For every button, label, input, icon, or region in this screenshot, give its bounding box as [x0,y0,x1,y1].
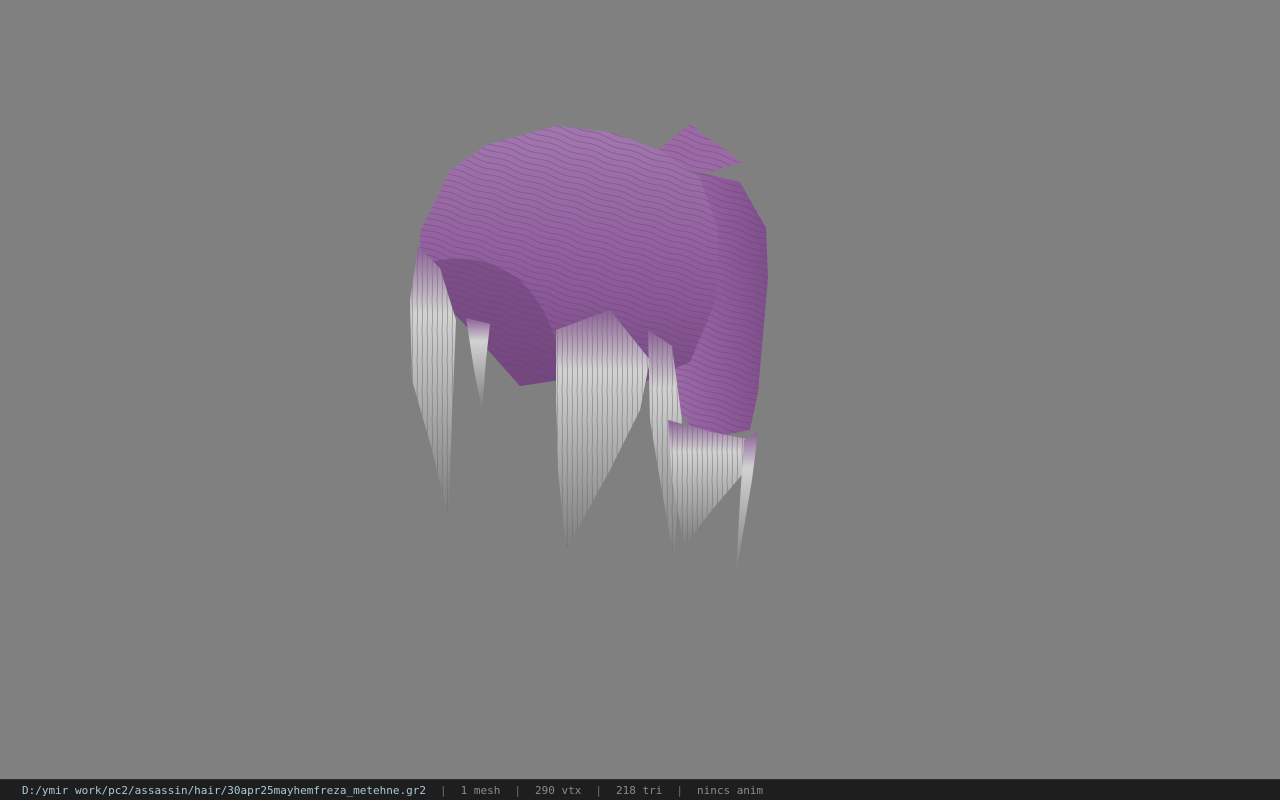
separator: | [595,783,602,797]
3d-viewport[interactable] [0,0,1280,779]
animation-status: nincs anim [696,783,764,797]
status-bar: D:/ymir work/pc2/assassin/hair/30apr25ma… [0,779,1280,800]
separator: | [514,783,521,797]
separator: | [676,783,683,797]
file-path: D:/ymir work/pc2/assassin/hair/30apr25ma… [22,783,426,797]
vertex-count: 290 vtx [534,783,582,797]
separator: | [439,783,447,797]
hair-spike-left [466,318,490,410]
mesh-count: 1 mesh [460,783,501,797]
hair-model [410,124,768,574]
triangle-count: 218 tri [615,783,663,797]
